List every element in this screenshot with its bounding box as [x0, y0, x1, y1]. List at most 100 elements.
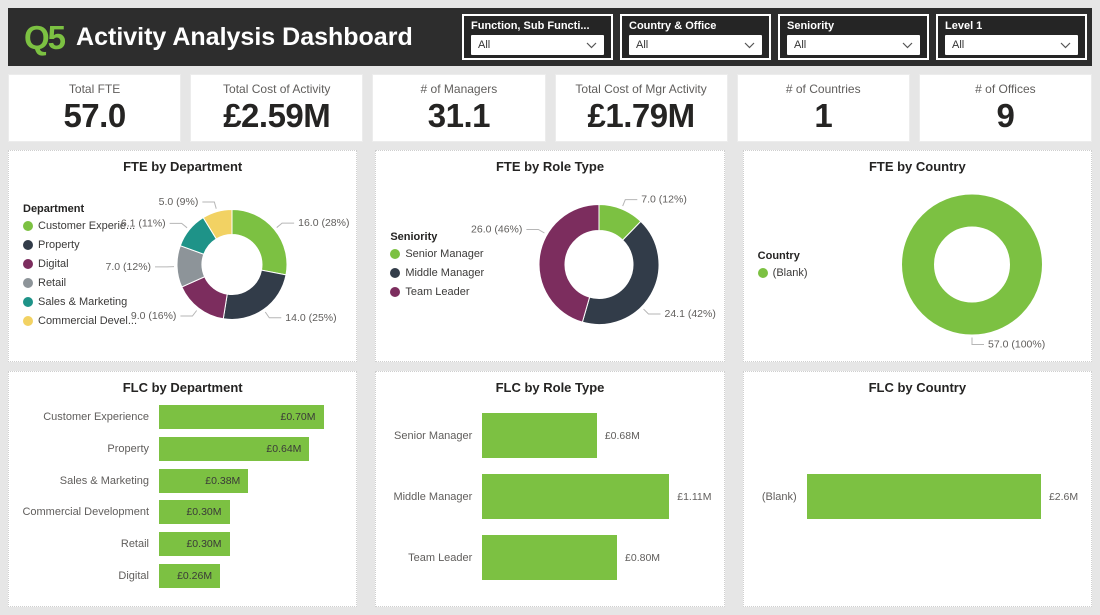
- bar-row: Customer Experience £0.70M: [17, 405, 342, 429]
- legend-label: Property: [38, 239, 80, 251]
- legend-color-dot: [23, 259, 33, 269]
- filter-function-dropdown[interactable]: All: [471, 35, 604, 55]
- chart-card-fte-by-country: FTE by Country Country(Blank)57.0 (100%): [743, 150, 1092, 362]
- category-label: Middle Manager: [384, 491, 482, 503]
- legend-color-dot: [23, 278, 33, 288]
- legend-color-dot: [23, 316, 33, 326]
- bar-value-label: £1.11M: [677, 491, 711, 503]
- bar-track: £0.70M: [159, 405, 342, 429]
- bar-row: Senior Manager£0.68M: [384, 413, 709, 458]
- legend-color-dot: [23, 240, 33, 250]
- label-leader-line: [644, 309, 661, 314]
- chart-card-flc-by-department: FLC by Department Customer Experience£0.…: [8, 371, 357, 607]
- donut-plot: 7.0 (12%)24.1 (42%)26.0 (46%): [504, 174, 715, 355]
- donut-data-label: 14.0 (25%): [285, 312, 336, 324]
- legend-item[interactable]: Sales & Marketing: [23, 296, 147, 308]
- bar-row: Team Leader£0.80M: [384, 535, 709, 580]
- bar-value-label: £0.64M: [266, 443, 301, 455]
- bar[interactable]: £0.64M: [159, 437, 309, 461]
- legend-color-dot: [758, 268, 768, 278]
- filter-label: Country & Office: [629, 20, 762, 32]
- donut-data-label: 24.1 (42%): [665, 308, 716, 320]
- bar-value-label: £0.70M: [280, 411, 315, 423]
- legend-color-dot: [23, 221, 33, 231]
- bar-track: £0.30M: [159, 500, 342, 524]
- kpi-card-num-managers: # of Managers 31.1: [372, 74, 545, 142]
- legend-title: Department: [23, 203, 147, 215]
- bar[interactable]: [482, 474, 669, 519]
- bar-track: £0.68M: [482, 413, 709, 458]
- category-label: Senior Manager: [384, 430, 482, 442]
- bar-row: Sales & Marketing£0.38M: [17, 469, 342, 493]
- kpi-card-num-countries: # of Countries 1: [737, 74, 910, 142]
- filter-country-office: Country & Office All: [620, 14, 771, 60]
- kpi-value: £2.59M: [191, 97, 362, 135]
- filter-bar: Function, Sub Functi... All Country & Of…: [462, 14, 1087, 60]
- legend-item[interactable]: Team Leader: [390, 286, 504, 298]
- category-label: (Blank): [752, 491, 807, 503]
- bar-value-label: £0.80M: [625, 552, 660, 564]
- donut-slice[interactable]: [918, 211, 1026, 319]
- bar[interactable]: £0.30M: [159, 500, 230, 524]
- legend-item[interactable]: Senior Manager: [390, 248, 504, 260]
- header-bar: Q5 Activity Analysis Dashboard Function,…: [8, 8, 1092, 66]
- bar-chart-flc-by-department: Customer Experience£0.70MProperty£0.64MS…: [17, 395, 348, 600]
- legend-label: (Blank): [773, 267, 808, 279]
- donut-data-label: 7.0 (12%): [642, 194, 688, 206]
- legend-item[interactable]: Middle Manager: [390, 267, 504, 279]
- donut-chart-fte-by-department: DepartmentCustomer Experie...PropertyDig…: [17, 174, 348, 355]
- filter-level1: Level 1 All: [936, 14, 1087, 60]
- legend-item[interactable]: Commercial Devel...: [23, 315, 147, 327]
- bar[interactable]: [482, 413, 597, 458]
- chart-card-flc-by-country: FLC by Country (Blank)£2.6M: [743, 371, 1092, 607]
- filter-seniority-dropdown[interactable]: All: [787, 35, 920, 55]
- label-leader-line: [527, 230, 545, 234]
- legend-label: Senior Manager: [405, 248, 483, 260]
- category-label: Customer Experience: [17, 411, 159, 423]
- bar[interactable]: £0.38M: [159, 469, 248, 493]
- label-leader-line: [265, 312, 281, 318]
- donut-slice[interactable]: [223, 270, 286, 319]
- legend-title: Country: [758, 250, 872, 262]
- filter-level1-dropdown[interactable]: All: [945, 35, 1078, 55]
- donut-plot: 16.0 (28%)14.0 (25%)9.0 (16%)7.0 (12%)6.…: [147, 174, 348, 355]
- filter-label: Level 1: [945, 20, 1078, 32]
- filter-function-subfunction: Function, Sub Functi... All: [462, 14, 613, 60]
- kpi-label: Total Cost of Activity: [191, 82, 362, 96]
- dashboard-page: Q5 Activity Analysis Dashboard Function,…: [0, 0, 1100, 615]
- bar[interactable]: £0.70M: [159, 405, 324, 429]
- kpi-value: 1: [738, 97, 909, 135]
- dropdown-selected-value: All: [952, 39, 1060, 51]
- bar[interactable]: [807, 474, 1041, 519]
- kpi-label: # of Offices: [920, 82, 1091, 96]
- bar-value-label: £0.30M: [186, 538, 221, 550]
- chart-card-fte-by-role-type: FTE by Role Type SenioritySenior Manager…: [375, 150, 724, 362]
- kpi-label: # of Countries: [738, 82, 909, 96]
- donut-data-label: 9.0 (16%): [131, 310, 177, 322]
- chevron-down-icon: [1060, 42, 1071, 49]
- donut-slice[interactable]: [232, 210, 287, 275]
- bar-value-label: £0.26M: [177, 570, 212, 582]
- legend-label: Commercial Devel...: [38, 315, 137, 327]
- filter-country-dropdown[interactable]: All: [629, 35, 762, 55]
- legend-label: Digital: [38, 258, 69, 270]
- legend-color-dot: [390, 249, 400, 259]
- legend-item[interactable]: Retail: [23, 277, 147, 289]
- donut-data-label: 5.0 (9%): [159, 196, 199, 208]
- kpi-value: 57.0: [9, 97, 180, 135]
- legend-item[interactable]: (Blank): [758, 267, 872, 279]
- label-leader-line: [972, 338, 984, 345]
- legend-item[interactable]: Property: [23, 239, 147, 251]
- bar-chart-flc-by-country: (Blank)£2.6M: [752, 395, 1083, 600]
- kpi-card-total-cost-activity: Total Cost of Activity £2.59M: [190, 74, 363, 142]
- bar[interactable]: £0.26M: [159, 564, 220, 588]
- chevron-down-icon: [902, 42, 913, 49]
- label-leader-line: [180, 311, 196, 317]
- chart-legend: Country (Blank): [752, 174, 872, 355]
- filter-label: Seniority: [787, 20, 920, 32]
- bar[interactable]: £0.30M: [159, 532, 230, 556]
- bar-track: £1.11M: [482, 474, 709, 519]
- bar-value-label: £0.38M: [205, 475, 240, 487]
- bar[interactable]: [482, 535, 617, 580]
- legend-label: Team Leader: [405, 286, 469, 298]
